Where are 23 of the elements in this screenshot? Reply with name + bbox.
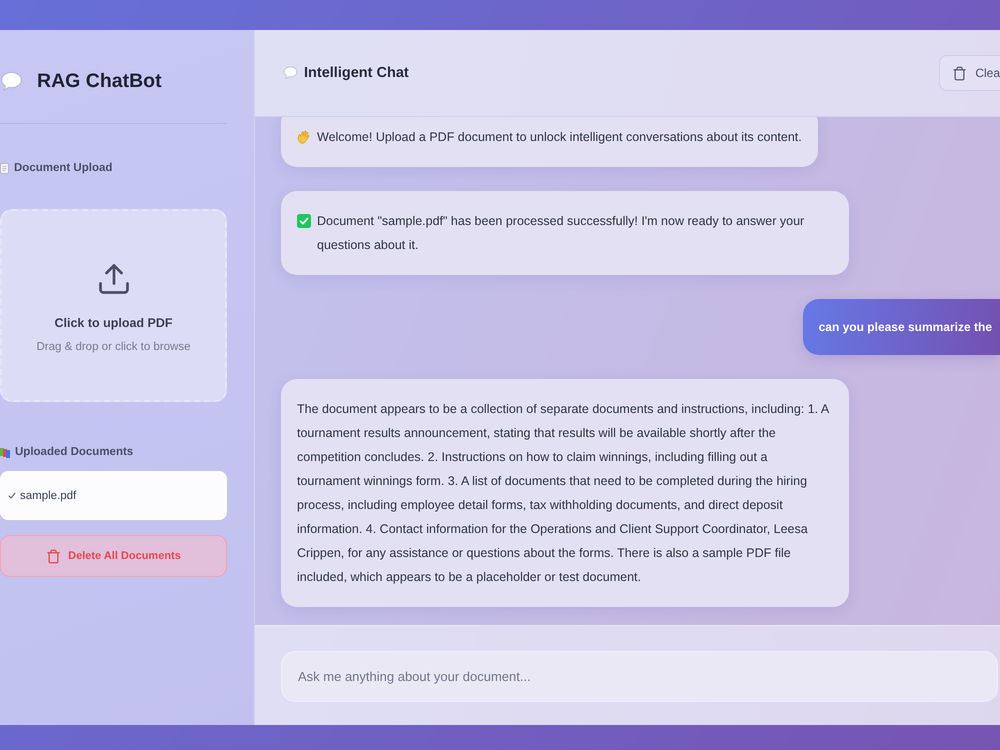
hand-icon (297, 130, 311, 144)
chat-title: Intelligent Chat (304, 65, 409, 81)
document-icon (0, 162, 9, 174)
section-heading: Document Upload (14, 161, 112, 175)
upload-hint: Drag & drop or click to browse (36, 340, 191, 354)
books-icon (0, 446, 10, 458)
speech-bubble-icon (0, 70, 23, 92)
trash-icon (952, 66, 968, 80)
message-input[interactable]: Ask me anything about your document... (281, 651, 998, 702)
user-message: can you please summarize the (802, 299, 1000, 355)
message-text: Document "sample.pdf" has been processed successfully! I'm now ready to answer your questions about it. (317, 213, 806, 254)
upload-title: Click to upload PDF (54, 315, 173, 331)
upload-dropzone[interactable]: Click to upload PDF Drag & drop or click to browse (0, 209, 227, 402)
document-item[interactable]: sample.pdf (0, 471, 227, 520)
trash-icon (46, 548, 62, 564)
document-name: sample.pdf (20, 490, 76, 502)
checkmark-box-icon (297, 214, 311, 228)
speech-bubble-icon (283, 66, 298, 80)
app-title: RAG ChatBot (37, 69, 162, 94)
message-text: Welcome! Upload a PDF document to unlock intelligent conversations about its content. (317, 129, 802, 146)
section-heading: Uploaded Documents (15, 445, 134, 459)
message-text: The document appears to be a collection of separate documents and instructions, including: 1. A tournament results announcement, stating that results will be available shortly after the competition concludes. 2. Instructions on how to claim winnings, including filling out a tournament winnings form. 3. A list of documents that need to be completed during the hiring process, including employee detail forms, tax withholding documents, and direct deposit information. 4. Contact information for the Operations and Client Support Coordinator, Leesa Crippen, for any assistance or questions about the forms. There is also a sample PDF file included, which appears to be a placeholder or test document. (297, 401, 830, 586)
clear-button[interactable]: Clea (939, 55, 1000, 91)
